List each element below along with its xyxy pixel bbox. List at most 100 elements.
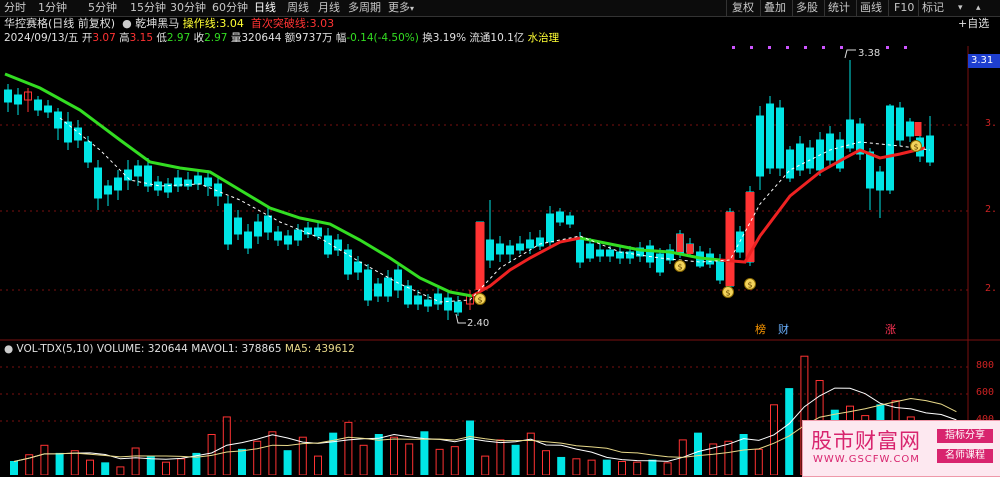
candle-body [586,243,594,259]
volume-header-value: 320644 [147,343,188,355]
money-bag-glyph: $ [677,263,682,272]
price-tick: 2. [985,204,998,215]
candle-body [556,211,564,223]
volume-bar [101,462,110,475]
watermark-tag-1: 指标分享 [937,429,993,443]
money-bag-glyph: $ [477,296,482,305]
volume-bar [496,439,505,475]
mavol1-value: 378865 [241,343,282,355]
watermark-url: WWW.GSCFW.COM [813,454,920,465]
signal-dot [768,46,771,49]
volume-bar [724,440,733,475]
candle-body [866,151,874,189]
candle-body [546,213,554,243]
signal-dot [904,46,907,49]
candle-body [766,103,774,169]
event-marker-3[interactable]: 涨 [885,323,896,337]
volume-bar [162,461,170,475]
volume-bar [754,448,763,475]
volume-bar [131,447,140,475]
candle-body [264,215,272,233]
volume-bar [314,455,322,475]
volume-header-label: VOLUME: [96,343,145,355]
volume-bar [86,459,94,475]
watermark-title: 股市财富网 [811,429,921,453]
candle-body [84,141,92,163]
candle-body [34,99,42,111]
candle-body [906,121,914,137]
signal-dot [804,46,807,49]
candle-body [606,249,614,257]
volume-tick: 600 [976,387,995,398]
candle-body [4,89,12,103]
candle-body [244,231,252,249]
candle-body [496,243,504,255]
volume-bar [390,436,398,475]
volume-bar [466,420,474,475]
volume-bar [450,446,459,475]
candle-body [926,135,934,163]
candle-body [424,299,432,307]
candle-body [876,171,884,191]
signal-candle-small [686,244,694,254]
volume-indicator-name: VOL-TDX(5,10) [16,343,94,355]
signal-dots [732,46,907,49]
candle-body [656,253,664,273]
candle-body [374,283,382,297]
ma-line-bullish [471,146,926,298]
candle-body [886,105,894,191]
signal-candle-small [676,234,684,252]
volume-bar [694,432,702,475]
candle-body [576,237,584,263]
candle-body [826,133,834,161]
candlesticks [4,60,934,320]
volume-bar [40,444,49,475]
volume-bar [116,466,125,475]
volume-bar [298,436,307,475]
volume-bar [268,431,277,475]
candle-body [596,249,604,257]
candle-body [566,215,574,225]
volume-bar [344,421,353,475]
high-marker-line [844,49,856,59]
signal-dot [840,46,843,49]
candle-body [134,165,142,177]
volume-bar [602,459,611,475]
candle-body [506,245,514,255]
volume-bar [770,404,778,475]
money-bag-glyph: $ [725,289,730,298]
buy-signal-icons: $ $ $ $ $ [474,140,922,305]
volume-bar [648,459,657,475]
candle-body [414,295,422,305]
volume-bar [70,450,79,475]
candle-body [536,237,544,247]
volume-bar [587,459,596,475]
event-marker-1[interactable]: 榜 [755,323,766,337]
add-favorite-button[interactable]: +自选 [958,17,989,31]
candle-body [64,121,72,143]
watermark-tag-2: 名师课程 [937,449,993,463]
candle-body [896,107,904,141]
candle-body [114,177,122,191]
candle-body [294,229,302,241]
volume-bar [739,434,748,475]
volume-bar [572,458,581,475]
kline-chart[interactable]: $ $ $ $ $ [0,0,1000,475]
candle-body [364,269,372,301]
candle-body [334,239,342,251]
candle-body [646,245,654,263]
candle-body [776,107,784,169]
candle-body [716,259,724,281]
event-marker-2[interactable]: 财 [778,323,789,337]
volume-bar [10,461,18,475]
volume-bar [542,450,550,475]
candle-body [616,251,624,259]
volume-bar [283,450,292,475]
signal-candle [725,212,735,286]
candle-body [434,293,442,305]
candle-body [806,147,814,169]
candle-body [526,239,534,249]
volume-tick: 800 [976,360,995,371]
candle-body [254,221,262,237]
ma5-value: 439612 [314,343,355,355]
